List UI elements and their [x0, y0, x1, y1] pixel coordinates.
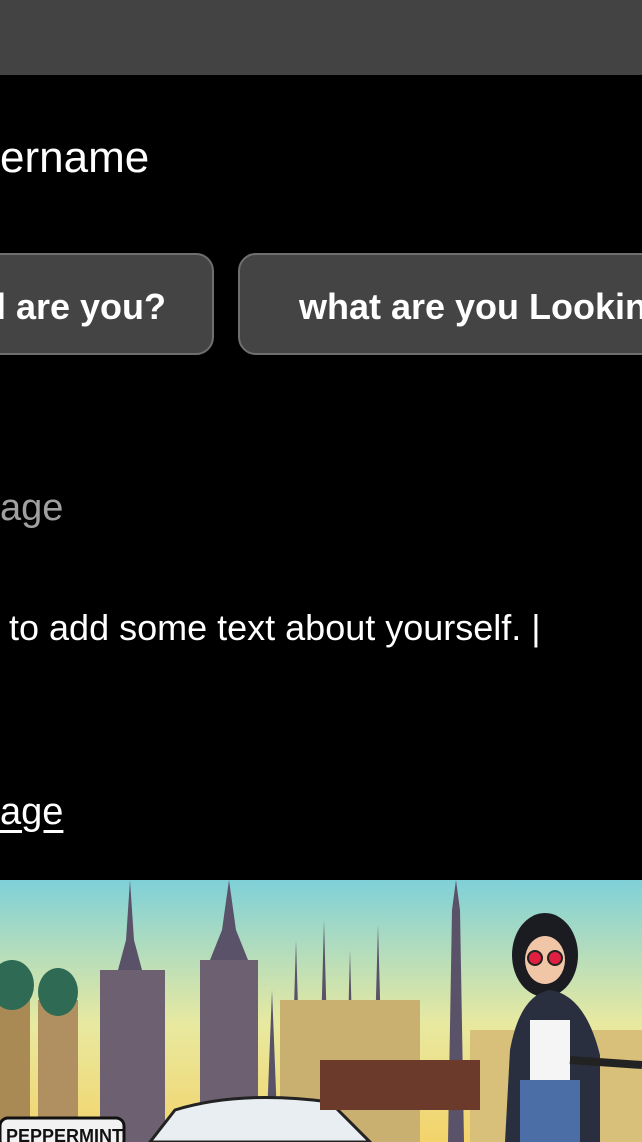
- image-link[interactable]: age: [0, 784, 63, 840]
- church-domes: [0, 960, 78, 1142]
- username-field-label[interactable]: ername: [0, 128, 149, 188]
- peppermint-sign: PEPPERMINT: [0, 1116, 126, 1142]
- cart: [320, 1060, 480, 1110]
- sign-text: PEPPERMINT: [6, 1126, 123, 1142]
- profile-image[interactable]: PEPPERMINT: [0, 880, 642, 1142]
- top-app-bar: [0, 0, 642, 75]
- who-are-you-chip[interactable]: l are you?: [0, 253, 214, 355]
- about-text-input[interactable]: to add some text about yourself. |: [9, 600, 541, 656]
- looking-for-chip[interactable]: what are you Lookin: [238, 253, 642, 355]
- image-section-label: age: [0, 487, 64, 529]
